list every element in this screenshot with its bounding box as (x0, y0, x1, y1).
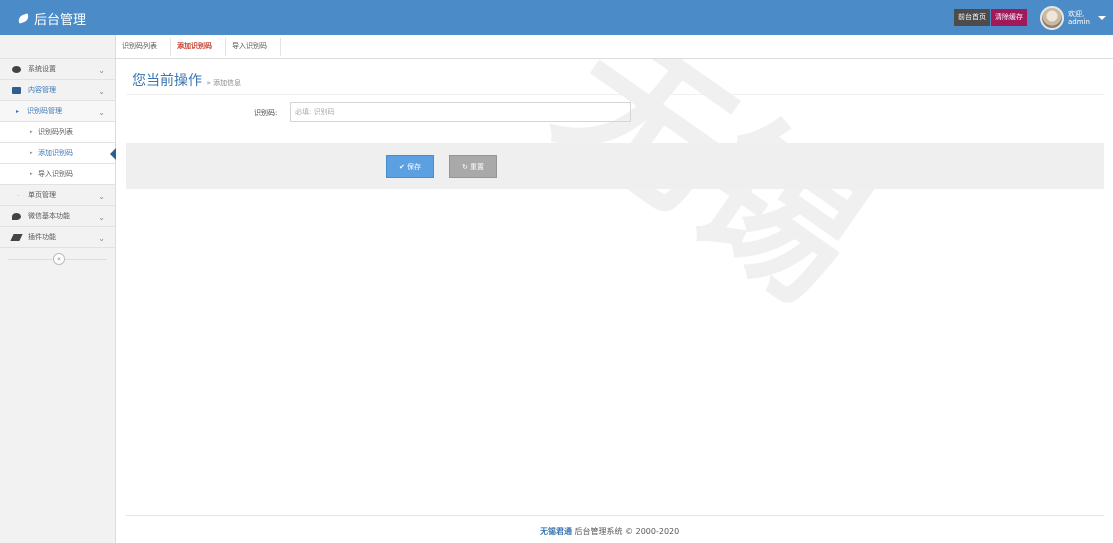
breadcrumb-sub: » 添加信息 (206, 79, 241, 87)
footer-text: 后台管理系统 © 2000-2020 (572, 527, 680, 536)
sidebar-item-label: 单页管理 (28, 191, 56, 199)
username: admin (1068, 18, 1090, 26)
divider (126, 515, 1104, 516)
tab-code-import[interactable]: 导入识别码 (232, 41, 267, 51)
footer-brand[interactable]: 无锡君通 (540, 527, 572, 536)
sidebar-item-content[interactable]: 内容管理 ⌄ (0, 80, 115, 101)
footer: 无锡君通 后台管理系统 © 2000-2020 (540, 526, 679, 537)
chevron-down-icon: ⌄ (98, 66, 105, 75)
sidebar-item-code-mgmt[interactable]: ▸ 识别码管理 ⌄ (0, 101, 115, 122)
user-info[interactable]: 欢迎, admin (1068, 10, 1090, 26)
avatar[interactable] (1040, 6, 1064, 30)
sidebar-item-label: 微信基本功能 (28, 212, 70, 220)
sidebar-item-code-list[interactable]: ▸ 识别码列表 (0, 122, 115, 143)
plug-icon (10, 234, 23, 241)
brand-title: 后台管理 (34, 13, 87, 28)
caret-right-icon: ▸ (30, 171, 33, 177)
tab-code-list[interactable]: 识别码列表 (122, 41, 157, 51)
divider (126, 94, 1104, 95)
sidebar-top (0, 35, 115, 59)
sidebar-item-single-page[interactable]: - 单页管理 ⌄ (0, 185, 115, 206)
chevron-down-icon: ⌄ (98, 87, 105, 96)
wechat-icon (12, 213, 21, 220)
sidebar-item-label: 识别码管理 (27, 107, 62, 115)
page-title: 您当前操作 » 添加信息 (132, 70, 241, 90)
tab-code-add[interactable]: 添加识别码 (177, 41, 212, 51)
caret-down-icon[interactable] (1098, 16, 1106, 20)
caret-right-icon: ▸ (30, 129, 33, 135)
tab-divider (170, 38, 171, 56)
caret-right-icon: ▸ (30, 150, 33, 156)
save-button[interactable]: ✔ 保存 (386, 155, 434, 178)
code-input[interactable]: 必填: 识别码 (290, 102, 631, 122)
sidebar-item-code-add[interactable]: ▸ 添加识别码 (0, 143, 116, 164)
tab-divider (225, 38, 226, 56)
chevron-down-icon: ⌄ (98, 108, 105, 117)
welcome-text: 欢迎, (1068, 10, 1085, 18)
folder-icon (12, 87, 21, 94)
chevron-down-icon: ⌄ (98, 234, 105, 243)
sidebar: 系统设置 ⌄ 内容管理 ⌄ ▸ 识别码管理 ⌄ ▸ 识别码列表 ▸ 添加识别码 … (0, 35, 116, 543)
active-indicator (110, 148, 116, 160)
form-actions (126, 143, 1104, 189)
sidebar-item-label: 插件功能 (28, 233, 56, 241)
leaf-icon (17, 13, 30, 24)
gear-icon (12, 66, 21, 73)
sidebar-item-code-import[interactable]: ▸ 导入识别码 (0, 164, 115, 185)
sidebar-item-label: 导入识别码 (38, 170, 73, 178)
tab-bar: 识别码列表 添加识别码 导入识别码 (116, 35, 1113, 59)
sidebar-item-wechat[interactable]: 微信基本功能 ⌄ (0, 206, 115, 227)
frontend-home-button[interactable]: 前台首页 (954, 9, 990, 26)
clear-cache-button[interactable]: 清除缓存 (991, 9, 1027, 26)
caret-right-icon: ▸ (16, 108, 20, 115)
sidebar-item-label: 添加识别码 (38, 149, 73, 157)
sidebar-item-label: 识别码列表 (38, 128, 73, 136)
brand[interactable]: 后台管理 (17, 9, 87, 28)
sidebar-item-label: 系统设置 (28, 65, 56, 73)
collapse-sidebar-button[interactable]: « (53, 253, 65, 265)
sidebar-item-system[interactable]: 系统设置 ⌄ (0, 59, 115, 80)
chevron-down-icon: ⌄ (98, 192, 105, 201)
top-bar: 后台管理 前台首页 清除缓存 欢迎, admin (0, 0, 1113, 35)
sidebar-item-plugins[interactable]: 插件功能 ⌄ (0, 227, 115, 248)
sidebar-item-label: 内容管理 (28, 86, 56, 94)
sidebar-collapse: « (0, 248, 115, 270)
code-field-label: 识别码: (254, 109, 278, 117)
dash-icon: - (17, 192, 20, 199)
reset-button[interactable]: ↻ 重置 (449, 155, 497, 178)
tab-divider (280, 38, 281, 56)
chevron-down-icon: ⌄ (98, 213, 105, 222)
page-title-text: 您当前操作 (132, 73, 202, 89)
